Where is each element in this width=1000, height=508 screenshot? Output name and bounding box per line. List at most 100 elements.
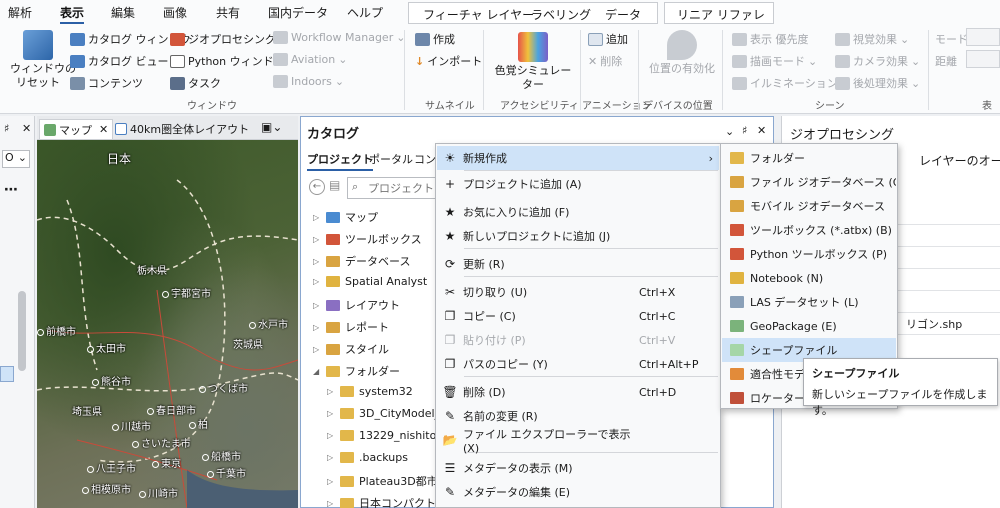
visual-effects-button[interactable]: 視覚効果 ⌄	[835, 31, 909, 47]
expand-chevron-icon[interactable]: ▷	[313, 345, 321, 354]
draw-mode-button[interactable]: 描画モード ⌄	[732, 53, 817, 69]
submenu-item[interactable]: ツールボックス (*.atbx) (B)	[722, 218, 896, 242]
context-menu-item[interactable]: ☰ メタデータの表示 (M)	[437, 456, 719, 480]
submenu-item[interactable]: LAS データセット (L)	[722, 290, 896, 314]
close-icon[interactable]: ✕	[757, 124, 766, 137]
tab-view[interactable]: 表示	[60, 4, 85, 24]
post-effects-button[interactable]: 後処理効果 ⌄	[835, 75, 920, 91]
catalog-tree-item[interactable]: ▷ 日本コンパクトシ	[327, 495, 447, 508]
tab-feature-layer[interactable]: フィーチャ レイヤー	[423, 6, 534, 23]
catalog-tree-item[interactable]: ▷ 13229_nishitok	[327, 429, 443, 442]
context-menu-item[interactable]: ✂ 切り取り (U) Ctrl+X	[437, 280, 719, 304]
tab-portal[interactable]: ポータル	[369, 151, 413, 167]
expand-chevron-icon[interactable]: ▷	[313, 301, 321, 310]
catalog-tree-item[interactable]: ▷ データベース	[313, 253, 410, 269]
illumination-button[interactable]: イルミネーション⌄	[732, 75, 850, 91]
submenu-item[interactable]: モバイル ジオデータベース	[722, 194, 896, 218]
submenu-item[interactable]: フォルダー	[722, 146, 896, 170]
tab-data[interactable]: データ	[605, 6, 641, 23]
expand-chevron-icon[interactable]: ▷	[313, 277, 321, 286]
tab-edit[interactable]: 編集	[111, 4, 135, 24]
expand-chevron-icon[interactable]: ▷	[313, 323, 321, 332]
expand-chevron-icon[interactable]: ▷	[327, 477, 335, 486]
context-menu-item[interactable]: ✎ メタデータの編集 (E)	[437, 480, 719, 504]
mode-input[interactable]	[966, 28, 1000, 46]
catalog-tree-item[interactable]: ▷ 3D_CityModel_	[327, 407, 440, 420]
expand-chevron-icon[interactable]: ◢	[313, 367, 321, 376]
expand-chevron-icon[interactable]: ▷	[313, 235, 321, 244]
tab-project[interactable]: プロジェクト	[307, 151, 373, 171]
geoprocessing-button[interactable]: ジオプロセシング	[170, 31, 276, 47]
scrollbar-thumb[interactable]	[18, 291, 26, 371]
catalog-tree-item[interactable]: ▷ レイアウト	[313, 297, 400, 313]
back-arrow-icon[interactable]: ←	[309, 179, 325, 195]
display-priority-button[interactable]: 表示 優先度	[732, 31, 809, 47]
expand-chevron-icon[interactable]: ▷	[327, 499, 335, 508]
context-menu-item[interactable]: ✎ 名前の変更 (R)	[437, 404, 719, 428]
submenu-item[interactable]: Python ツールボックス (P)	[722, 242, 896, 266]
camera-effects-button[interactable]: カメラ効果 ⌄	[835, 53, 920, 69]
chevron-down-icon[interactable]: ⌄	[725, 125, 734, 138]
context-menu-item[interactable]: ❐ 貼り付け (P) Ctrl+V	[437, 328, 719, 352]
tab-computer[interactable]: コン	[414, 151, 436, 167]
add-animation-button[interactable]: 追加	[588, 31, 628, 47]
more-options-icon[interactable]: ⋯	[4, 182, 18, 198]
expand-chevron-icon[interactable]: ▷	[327, 387, 335, 396]
tab-domestic-data[interactable]: 国内データ	[268, 4, 328, 24]
pin-icon[interactable]: ♯	[742, 124, 747, 137]
catalog-tree-item[interactable]: ▷ .backups	[327, 451, 408, 464]
close-icon[interactable]: ✕	[99, 123, 108, 136]
submenu-item[interactable]: GeoPackage (E)	[722, 314, 896, 338]
python-window-button[interactable]: Python ウィンドウ	[170, 53, 285, 69]
submenu-item[interactable]: ファイル ジオデータベース (G)	[722, 170, 896, 194]
context-menu-item[interactable]: ★ 新しいプロジェクトに追加 (J)	[437, 224, 719, 248]
context-menu-item[interactable]: ★ お気に入りに追加 (F)	[437, 200, 719, 224]
catalog-tree-item[interactable]: ▷ スタイル	[313, 341, 389, 357]
submenu-item[interactable]: Notebook (N)	[722, 266, 896, 290]
indoors-button[interactable]: Indoors ⌄	[273, 75, 344, 88]
tab-imagery[interactable]: 画像	[163, 4, 187, 24]
expand-chevron-icon[interactable]: ▷	[327, 409, 335, 418]
distance-input[interactable]	[966, 50, 1000, 68]
layer-dropdown[interactable]: O ⌄	[2, 150, 30, 168]
catalog-tree-item[interactable]: ▷ Plateau3D都市	[327, 473, 438, 489]
expand-chevron-icon[interactable]: ▷	[313, 257, 321, 266]
window-reset-button[interactable]: ウィンドウの リセット	[10, 30, 76, 90]
catalog-tree-item[interactable]: ▷ Spatial Analyst	[313, 275, 427, 288]
create-thumbnail-button[interactable]: 作成	[415, 31, 455, 47]
catalog-tree-item[interactable]: ▷ ツールボックス	[313, 231, 422, 247]
close-icon[interactable]: ✕	[22, 122, 31, 135]
tab-layout[interactable]: 40km圏全体レイアウト	[111, 119, 253, 139]
expand-chevron-icon[interactable]: ▷	[327, 431, 335, 440]
tab-map[interactable]: マップ ✕	[39, 119, 114, 139]
catalog-tree-item[interactable]: ▷ マップ	[313, 209, 378, 225]
context-menu-item[interactable]: ☀ 新規作成 ›	[437, 146, 719, 170]
catalog-tree-item[interactable]: ▷ system32	[327, 385, 413, 398]
map-view[interactable]: 日本 栃木県 宇都宮市 前橋市 水戸市 茨城県 太田市 熊谷市 つくば市 埼玉県…	[37, 140, 298, 508]
workflow-manager-button[interactable]: Workflow Manager ⌄	[273, 31, 405, 44]
context-menu-item[interactable]: 🗑 削除 (D) Ctrl+D	[437, 380, 719, 404]
delete-animation-button[interactable]: ✕ 削除	[588, 53, 622, 69]
import-thumbnail-button[interactable]: ↓ インポート	[415, 53, 482, 69]
context-menu-item[interactable]: + プロジェクトに追加 (A)	[437, 172, 719, 196]
catalog-tree-item[interactable]: ◢ フォルダー	[313, 363, 400, 379]
context-menu-item[interactable]: ❐ コピー (C) Ctrl+C	[437, 304, 719, 328]
tab-share[interactable]: 共有	[216, 4, 240, 24]
aviation-button[interactable]: Aviation ⌄	[273, 53, 347, 66]
layout-options-icon[interactable]: ▣⌄	[261, 120, 282, 134]
tab-help[interactable]: ヘルプ	[347, 4, 383, 24]
catalog-tree-item[interactable]: ▷ レポート	[313, 319, 389, 335]
context-menu-item[interactable]: ⟳ 更新 (R)	[437, 252, 719, 276]
expand-chevron-icon[interactable]: ▷	[327, 453, 335, 462]
pin-icon[interactable]: ♯	[4, 122, 9, 135]
tasks-button[interactable]: タスク	[170, 75, 221, 91]
color-sim-button[interactable]: 色覚シミュレーター	[490, 32, 576, 92]
tab-labeling[interactable]: ラベリング	[531, 6, 591, 23]
context-menu-item[interactable]: 📂 ファイル エクスプローラーで表示 (X)	[437, 428, 719, 455]
device-location-button[interactable]: 位置の有効化	[645, 30, 719, 76]
catalog-view-button[interactable]: カタログ ビュー	[70, 53, 169, 69]
expand-chevron-icon[interactable]: ▷	[313, 213, 321, 222]
context-menu-item[interactable]: ❐ パスのコピー (Y) Ctrl+Alt+P	[437, 352, 719, 376]
tab-analysis[interactable]: 解析	[8, 4, 32, 24]
contents-button[interactable]: コンテンツ	[70, 75, 143, 91]
